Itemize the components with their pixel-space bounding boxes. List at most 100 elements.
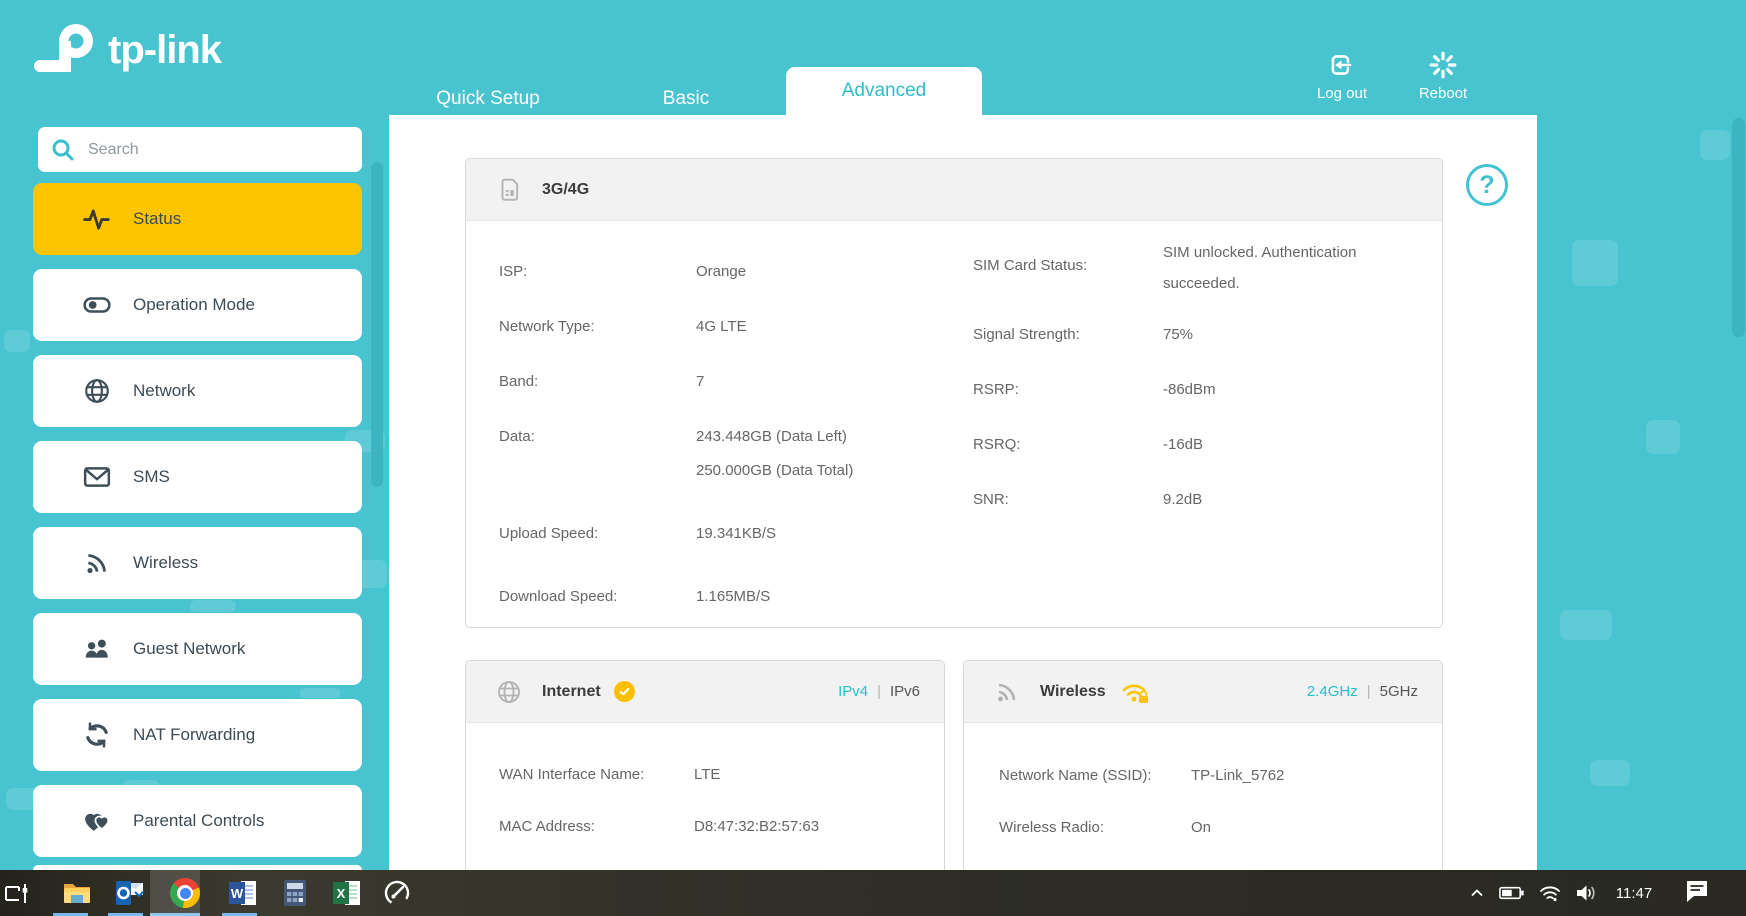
people-icon [83,635,111,663]
background-pattern-patch [4,330,30,352]
reboot-label: Reboot [1418,85,1468,102]
tp-link-logo: tp-link [30,16,222,84]
field-label: Wireless Radio: [999,819,1105,836]
page-scrollbar[interactable] [1732,118,1745,337]
sidebar-item-label: Wireless [133,553,199,572]
action-center-icon[interactable] [1684,879,1710,903]
panel-title: 3G/4G [542,180,590,198]
tp-link-logo-mark [34,24,93,72]
sidebar-item-label: Network [133,381,196,400]
field-value: 243.448GB (Data Left) [696,428,847,445]
tray-wifi-icon[interactable] [1537,881,1563,905]
sim-card-icon [501,178,519,201]
calculator-icon[interactable] [275,873,315,913]
field-value: Orange [696,263,747,280]
sidebar-item-status[interactable]: Status [33,183,362,255]
ipv6-toggle[interactable]: IPv6 [890,683,920,700]
ipv4-toggle[interactable]: IPv4 [838,683,868,700]
background-pattern-patch [1646,420,1680,454]
field-label: RSRP: [973,381,1019,398]
field-value: -16dB [1163,436,1204,453]
toggle-separator: | [1366,683,1371,700]
tab-advanced[interactable]: Advanced [786,67,982,115]
sidebar-item-nat-forwarding[interactable]: NAT Forwarding [33,699,362,771]
field-label: Download Speed: [499,588,618,605]
tray-chevron-up-icon[interactable] [1464,881,1490,905]
svg-text:W: W [231,886,244,901]
search-box [38,127,362,172]
file-explorer-icon[interactable] [57,873,97,913]
field-value: 7 [696,373,705,390]
pulse-icon [83,205,111,233]
svg-text:X: X [337,886,346,901]
globe-icon [498,680,520,703]
field-value: On [1191,819,1212,836]
field-label: WAN Interface Name: [499,766,645,783]
task-view-icon[interactable] [0,873,36,913]
background-pattern-patch [300,688,340,698]
sidebar-item-label: Operation Mode [133,295,255,314]
field-label: Upload Speed: [499,525,599,542]
logout-icon [1287,48,1397,82]
sidebar-item-label: Parental Controls [133,811,265,830]
wifi-icon [998,683,1016,701]
reboot-button[interactable]: Reboot [1388,48,1498,102]
sidebar-item-sms[interactable]: SMS [33,441,362,513]
tab-basic[interactable]: Basic [606,84,766,114]
field-label: SIM Card Status: [973,257,1088,274]
gauge-app-icon[interactable] [377,873,417,913]
chrome-icon[interactable] [165,873,205,913]
taskbar-clock[interactable]: 11:47 [1604,870,1664,916]
field-value: 75% [1163,326,1194,343]
field-label: RSRQ: [973,436,1021,453]
field-label: Signal Strength: [973,326,1080,343]
sidebar-item-parental-controls[interactable]: Parental Controls [33,785,362,857]
cellular-panel: 3G/4G ISP: Orange Network Type: 4G LTE B… [465,158,1443,628]
help-button[interactable]: ? [1466,164,1508,206]
field-value: LTE [694,766,721,783]
logout-label: Log out [1316,85,1368,102]
background-pattern-patch [1560,610,1612,640]
tab-quick-setup[interactable]: Quick Setup [388,84,588,114]
sidebar-item-operation-mode[interactable]: Operation Mode [33,269,362,341]
panel-title: Wireless [1040,682,1106,700]
wifi-band-toggle: 2.4GHz | 5GHz [1307,683,1418,700]
band-2g-toggle[interactable]: 2.4GHz [1307,683,1358,700]
sidebar-item-label: Guest Network [133,639,246,658]
logout-button[interactable]: Log out [1287,48,1397,102]
sidebar-item-wireless[interactable]: Wireless [33,527,362,599]
tray-volume-icon[interactable] [1573,881,1599,905]
field-value: TP-Link_5762 [1191,767,1285,784]
wireless-panel-header: Wireless 2.4GHz | 5GHz [964,661,1442,723]
sidebar-scrollbar[interactable] [371,162,383,487]
field-label: Network Name (SSID): [999,767,1152,784]
wifi-icon [83,549,111,577]
field-label: Band: [499,373,539,390]
search-icon [52,139,74,160]
sidebar-item-guest-network[interactable]: Guest Network [33,613,362,685]
field-value: 4G LTE [696,318,747,335]
router-admin-screen: tp-link Quick Setup Basic Advanced Log o… [0,0,1746,916]
outlook-icon[interactable] [110,873,150,913]
band-5g-toggle[interactable]: 5GHz [1380,683,1418,700]
background-pattern-patch [1700,130,1730,160]
field-label: ISP: [499,263,528,280]
word-icon[interactable]: W [223,873,263,913]
tray-battery-icon[interactable] [1499,881,1525,905]
field-label: SNR: [973,491,1009,508]
search-input[interactable] [86,139,330,160]
connected-check-icon [613,681,635,702]
excel-icon[interactable]: X [327,873,367,913]
sidebar-item-label: SMS [133,467,170,486]
hearts-icon [83,807,111,835]
background-pattern-patch [1590,760,1630,786]
field-label: Network Type: [499,318,595,335]
field-value: 250.000GB (Data Total) [696,462,854,479]
wifi-secured-icon [1122,684,1148,703]
globe-icon [83,377,111,405]
background-pattern-patch [190,600,236,612]
toggle-icon [83,291,111,319]
field-label: MAC Address: [499,818,595,835]
sidebar-item-network[interactable]: Network [33,355,362,427]
sync-icon [83,721,111,749]
